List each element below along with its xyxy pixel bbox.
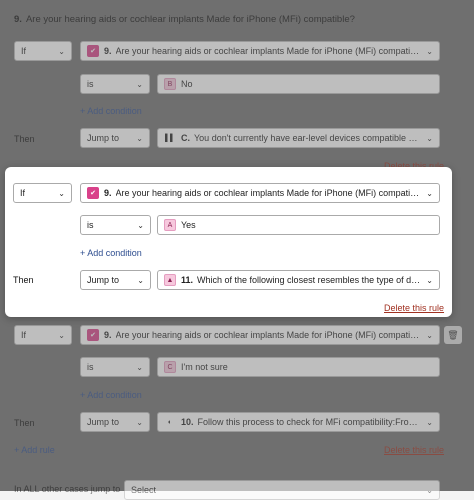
checkbox-icon: ✔ bbox=[87, 45, 99, 57]
if-select[interactable]: If ⌄ bbox=[13, 183, 72, 203]
trash-icon[interactable]: 🗑 bbox=[444, 326, 462, 344]
chevron-down-icon: ⌄ bbox=[426, 485, 433, 495]
other-cases-label: In ALL other cases jump to bbox=[14, 484, 121, 494]
chevron-down-icon: ⌄ bbox=[136, 362, 143, 372]
question-title: 9. Are your hearing aids or cochlear impl… bbox=[14, 14, 355, 25]
chevron-down-icon: ⌄ bbox=[426, 188, 433, 198]
chevron-down-icon: ⌄ bbox=[136, 133, 143, 143]
action-select[interactable]: Jump to ⌄ bbox=[80, 128, 150, 148]
action-select[interactable]: Jump to ⌄ bbox=[80, 270, 151, 290]
answer-select[interactable]: C I'm not sure bbox=[157, 357, 440, 377]
target-select[interactable]: ▲ 11. Which of the following closest rese… bbox=[157, 270, 440, 290]
chevron-down-icon: ⌄ bbox=[426, 46, 433, 56]
if-select[interactable]: If ⌄ bbox=[14, 325, 72, 345]
then-label: Then bbox=[13, 275, 34, 285]
operator-select[interactable]: is ⌄ bbox=[80, 74, 150, 94]
condition-question-select[interactable]: ✔ 9. Are your hearing aids or cochlear im… bbox=[80, 183, 440, 203]
answer-select[interactable]: A Yes bbox=[157, 215, 440, 235]
delete-rule-link[interactable]: Delete this rule bbox=[384, 303, 444, 313]
add-condition-link[interactable]: + Add condition bbox=[80, 390, 142, 400]
operator-select[interactable]: is ⌄ bbox=[80, 357, 150, 377]
then-label: Then bbox=[14, 134, 35, 144]
add-condition-link[interactable]: + Add condition bbox=[80, 106, 142, 116]
answer-select[interactable]: B No bbox=[157, 74, 440, 94]
image-icon: ▲ bbox=[164, 274, 176, 286]
then-label: Then bbox=[14, 418, 35, 428]
chevron-down-icon: ⌄ bbox=[136, 79, 143, 89]
statement-icon: ▌▌ bbox=[165, 134, 175, 142]
operator-select[interactable]: is ⌄ bbox=[80, 215, 151, 235]
condition-question-select[interactable]: ✔ 9. Are your hearing aids or cochlear im… bbox=[80, 325, 440, 345]
action-select[interactable]: Jump to ⌄ bbox=[80, 412, 150, 432]
checkbox-icon: ✔ bbox=[87, 187, 99, 199]
focused-rule-card: If ⌄ ✔ 9. Are your hearing aids or cochlea… bbox=[5, 167, 452, 317]
answer-letter-badge: B bbox=[164, 78, 176, 90]
delete-rule-link[interactable]: Delete this rule bbox=[384, 445, 444, 455]
if-select[interactable]: If ⌄ bbox=[14, 41, 72, 61]
target-select[interactable]: ▌▌ C. You don't currently have ear-level … bbox=[157, 128, 440, 148]
chevron-down-icon: ⌄ bbox=[426, 417, 433, 427]
chevron-down-icon: ⌄ bbox=[58, 188, 65, 198]
other-cases-select[interactable]: Select ⌄ bbox=[124, 480, 440, 500]
answer-letter-badge: A bbox=[164, 219, 176, 231]
half-circle-icon: ◐ bbox=[167, 418, 173, 426]
chevron-down-icon: ⌄ bbox=[136, 417, 143, 427]
checkbox-icon: ✔ bbox=[87, 329, 99, 341]
condition-question-select[interactable]: ✔ 9. Are your hearing aids or cochlear im… bbox=[80, 41, 440, 61]
target-select[interactable]: ◐ 10. Follow this process to check for MF… bbox=[157, 412, 440, 432]
chevron-down-icon: ⌄ bbox=[58, 46, 65, 56]
chevron-down-icon: ⌄ bbox=[426, 330, 433, 340]
add-condition-link[interactable]: + Add condition bbox=[80, 248, 142, 258]
chevron-down-icon: ⌄ bbox=[137, 275, 144, 285]
chevron-down-icon: ⌄ bbox=[426, 275, 433, 285]
chevron-down-icon: ⌄ bbox=[58, 330, 65, 340]
add-rule-link[interactable]: + Add rule bbox=[14, 445, 55, 455]
chevron-down-icon: ⌄ bbox=[426, 133, 433, 143]
answer-letter-badge: C bbox=[164, 361, 176, 373]
chevron-down-icon: ⌄ bbox=[137, 220, 144, 230]
